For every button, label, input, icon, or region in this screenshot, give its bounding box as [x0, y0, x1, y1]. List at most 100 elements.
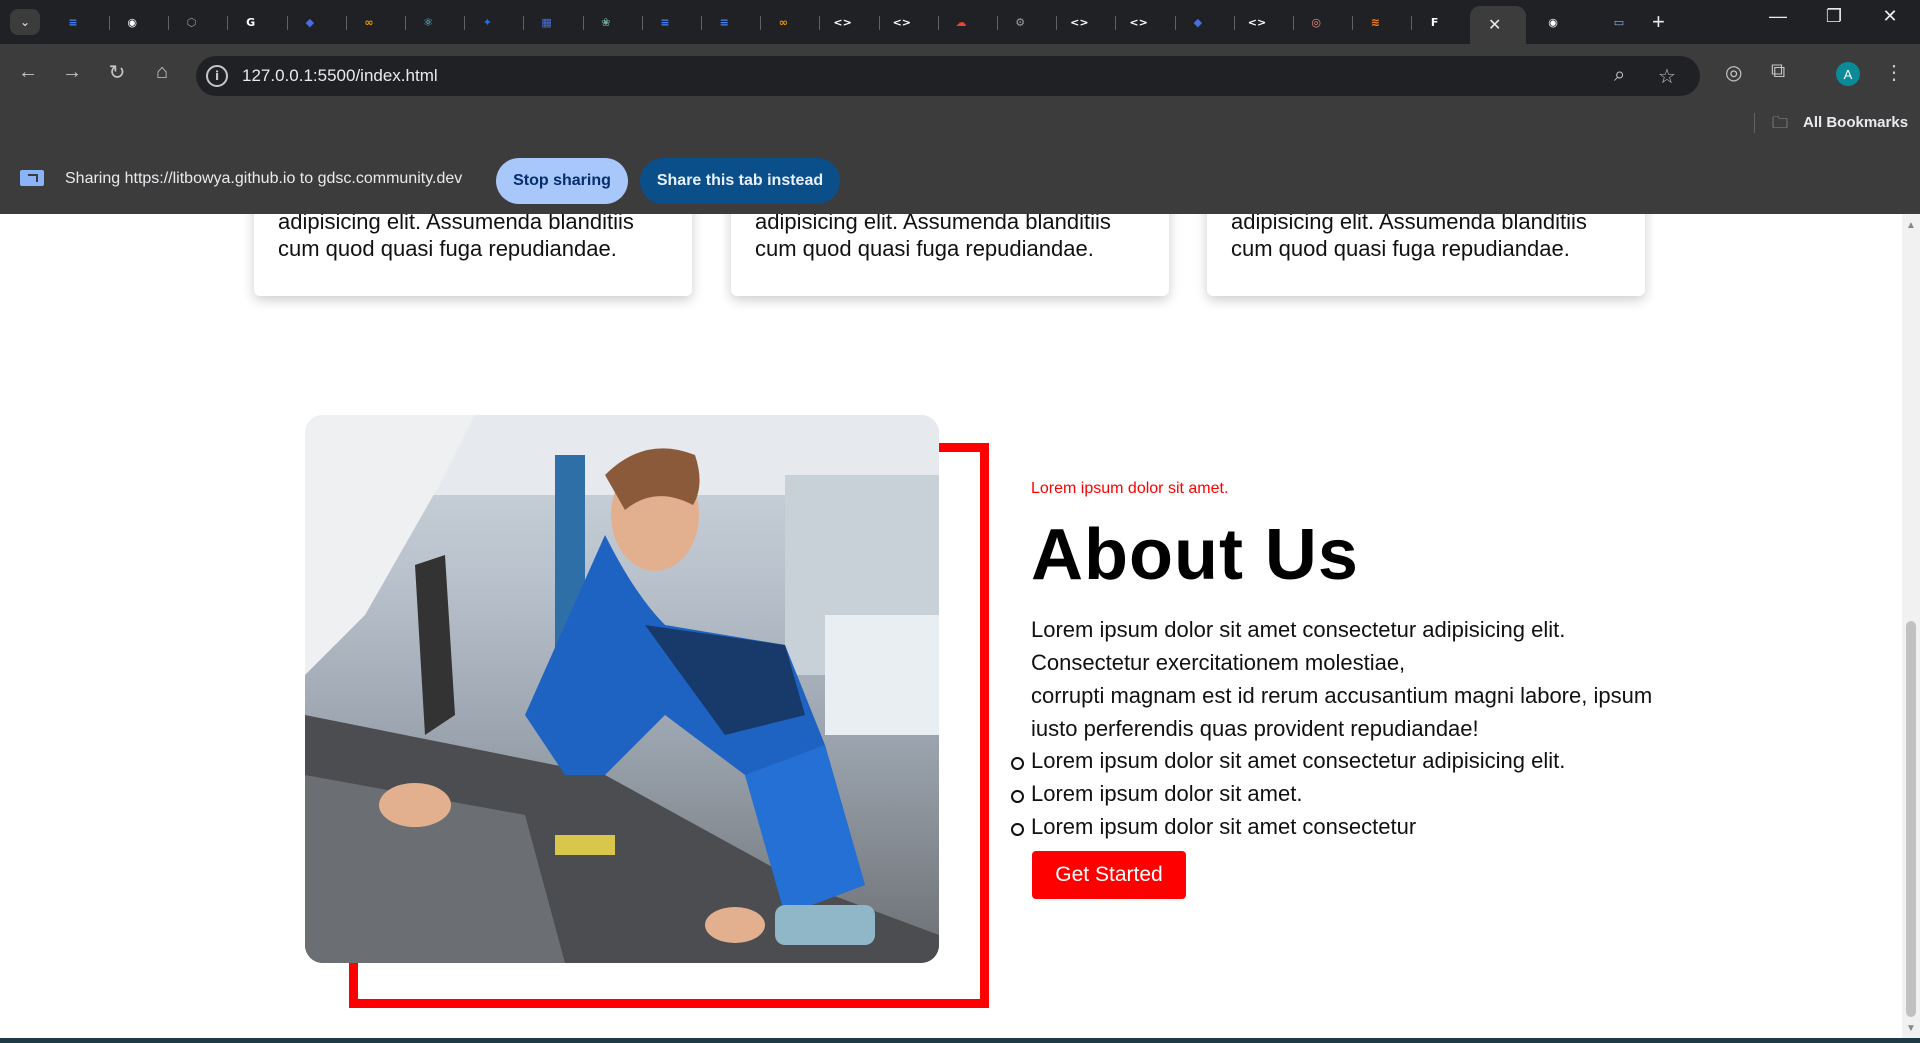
browser-tab[interactable]: ◎ [1299, 6, 1357, 38]
browser-tab[interactable]: <> [1062, 6, 1120, 38]
code-icon: <> [892, 15, 912, 29]
all-bookmarks-link[interactable]: All Bookmarks [1803, 114, 1908, 131]
browser-tab[interactable]: ◉ [115, 6, 173, 38]
bookmark-star-icon[interactable]: ☆ [1658, 64, 1676, 89]
sharing-status-text: Sharing https://litbowya.github.io to gd… [65, 170, 463, 187]
tab-separator [1411, 16, 1413, 30]
bird-icon: ✦ [482, 15, 492, 29]
browser-tab[interactable]: ❀ [589, 6, 647, 38]
browser-tab[interactable]: ◉ [1536, 6, 1594, 38]
browser-tab[interactable]: <> [1122, 6, 1180, 38]
back-button[interactable]: ← [14, 58, 42, 86]
docs-icon: ≡ [68, 15, 78, 29]
folder-icon: 🗀 [1772, 115, 1789, 132]
tab-separator [582, 16, 584, 30]
address-bar[interactable]: i 127.0.0.1:5500/index.html ⌕ ☆ [196, 56, 1700, 96]
browser-tab[interactable]: ∞ [352, 6, 410, 38]
taskbar-edge [0, 1038, 1920, 1043]
scroll-thumb[interactable] [1906, 621, 1916, 1017]
window-icon: ▭ [1613, 15, 1625, 29]
docs-icon: ≡ [660, 15, 670, 29]
browser-tab[interactable]: ✦ [470, 6, 528, 38]
browser-tab[interactable]: ▦ [530, 6, 588, 38]
chatgpt-icon: ❀ [601, 15, 611, 29]
infinity-icon: ∞ [364, 15, 374, 29]
tab-separator [701, 16, 702, 30]
browser-tab[interactable]: <> [1240, 6, 1298, 38]
scroll-down-arrow[interactable]: ▼ [1906, 1023, 1916, 1034]
profile-avatar[interactable]: A [1836, 62, 1860, 86]
tab-separator [523, 16, 525, 30]
tab-separator [345, 16, 347, 30]
card-text: adipisicing elit. Assumenda blanditiis c… [278, 214, 634, 261]
close-tab-icon[interactable]: ✕ [1488, 15, 1501, 35]
service-card: adipisicing elit. Assumenda blanditiis c… [731, 214, 1169, 296]
framer-icon: F [1430, 15, 1439, 29]
tab-separator [286, 16, 288, 30]
minimize-button[interactable]: — [1758, 6, 1798, 27]
bookmarks-bar: 🗀 All Bookmarks [0, 104, 1920, 142]
browser-tab[interactable]: ⚛ [411, 6, 469, 38]
tab-separator [1174, 16, 1176, 30]
code-icon: <> [833, 15, 852, 29]
home-button[interactable]: ⌂ [148, 58, 176, 86]
browser-tab[interactable]: ⬡ [174, 6, 232, 38]
browser-tab[interactable]: ≋ [1358, 6, 1416, 38]
url-text[interactable]: 127.0.0.1:5500/index.html [242, 66, 438, 86]
google-icon: G [246, 15, 256, 29]
tab-separator [1233, 16, 1235, 30]
tab-strip: ⌄ ≡ ◉ ⬡ G ◆ ∞ ⚛ ✦ ▦ ❀ ≡ ≡ ∞ <> <> ☁ ⚙ <> <> ◆ <> ◎ ≋ F ✕ ◉ ▭ + —… [0, 0, 1920, 44]
extensions-icon[interactable]: ⧉ [1771, 60, 1785, 83]
browser-tab[interactable]: <> [885, 6, 943, 38]
browser-tab[interactable]: F [1418, 6, 1476, 38]
about-feature-list: Lorem ipsum dolor sit amet consectetur a… [1010, 744, 1565, 843]
window-close-button[interactable]: ✕ [1870, 6, 1910, 27]
tab-separator [109, 16, 110, 30]
record-icon: ◎ [1311, 15, 1321, 29]
shield-icon: ◆ [1193, 15, 1203, 29]
docs-icon: ≡ [719, 15, 729, 29]
share-this-tab-button[interactable]: Share this tab instead [640, 158, 840, 204]
card-text: adipisicing elit. Assumenda blanditiis c… [755, 214, 1111, 261]
browser-tab[interactable]: ⚙ [1003, 6, 1061, 38]
zoom-icon[interactable]: ⌕ [1614, 64, 1625, 87]
reload-button[interactable]: ↻ [103, 58, 131, 86]
about-eyebrow: Lorem ipsum dolor sit amet. [1031, 480, 1229, 497]
about-title: About Us [1031, 515, 1359, 595]
card-text: adipisicing elit. Assumenda blanditiis c… [1231, 214, 1587, 261]
tab-separator [760, 16, 762, 30]
browser-tab[interactable]: ◆ [1181, 6, 1239, 38]
page-scrollbar[interactable]: ▲ ▼ [1902, 214, 1920, 1038]
new-tab-button[interactable]: + [1652, 9, 1665, 35]
shield-icon: ◆ [305, 15, 315, 29]
screen-share-icon [20, 170, 44, 186]
browser-tab[interactable]: <> [826, 6, 884, 38]
browser-tab[interactable]: ≡ [648, 6, 706, 38]
browser-tab[interactable]: ≡ [56, 6, 114, 38]
tab-separator [1115, 16, 1117, 30]
browser-tab[interactable]: ∞ [766, 6, 824, 38]
tab-separator [641, 16, 643, 30]
restore-button[interactable]: ❐ [1814, 6, 1854, 27]
browser-tab[interactable]: ≡ [707, 6, 765, 38]
react-icon: ⚛ [423, 15, 434, 29]
tab-separator [937, 16, 939, 30]
media-icon[interactable]: ◎ [1725, 60, 1742, 85]
get-started-button[interactable]: Get Started [1032, 851, 1186, 899]
scroll-up-arrow[interactable]: ▲ [1906, 220, 1916, 231]
menu-icon[interactable]: ⋮ [1884, 60, 1904, 85]
tab-separator [819, 16, 821, 30]
list-item: Lorem ipsum dolor sit amet consectetur [1010, 810, 1565, 843]
browser-tab[interactable]: ◆ [293, 6, 351, 38]
cloud-icon: ☁ [955, 15, 967, 29]
browser-tab[interactable]: G [234, 6, 292, 38]
stackoverflow-icon: ≋ [1370, 15, 1380, 29]
site-info-icon[interactable]: i [206, 65, 228, 87]
about-body-line: Consectetur exercitationem molestiae, [1031, 650, 1406, 675]
browser-tab[interactable]: ☁ [944, 6, 1002, 38]
code-icon: <> [1129, 15, 1148, 29]
tab-search-button[interactable]: ⌄ [10, 9, 40, 35]
stop-sharing-button[interactable]: Stop sharing [496, 158, 628, 204]
forward-button[interactable]: → [58, 58, 86, 86]
active-tab[interactable]: ✕ [1470, 6, 1526, 44]
